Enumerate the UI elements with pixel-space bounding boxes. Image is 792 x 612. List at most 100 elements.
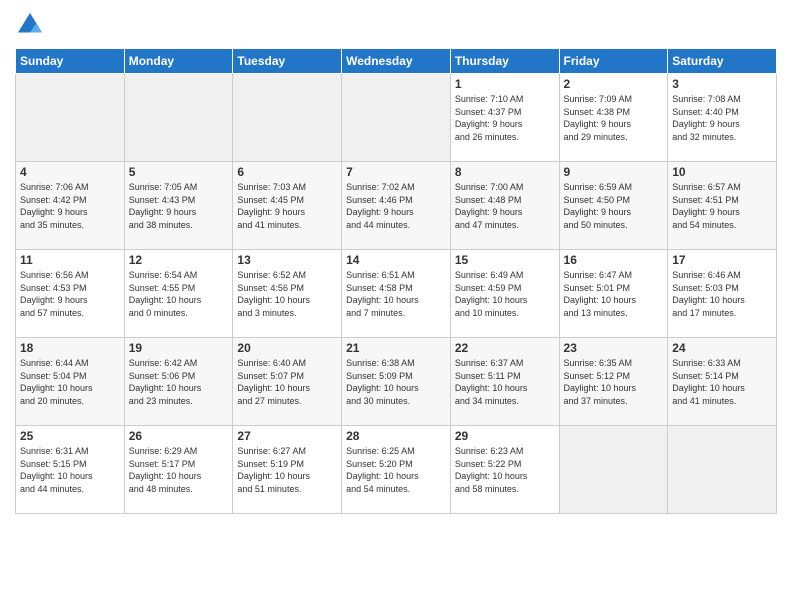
calendar-cell: 6 Sunrise: 7:03 AM Sunset: 4:45 PM Daylig… xyxy=(233,162,342,250)
calendar-cell: 15Sunrise: 6:49 AM Sunset: 4:59 PM Dayli… xyxy=(450,250,559,338)
day-number: 24 xyxy=(672,341,772,355)
calendar-cell xyxy=(668,426,777,514)
day-info: Sunrise: 6:25 AM Sunset: 5:20 PM Dayligh… xyxy=(346,445,446,495)
calendar-cell: 9 Sunrise: 6:59 AM Sunset: 4:50 PM Daylig… xyxy=(559,162,668,250)
weekday-header-friday: Friday xyxy=(559,49,668,74)
header xyxy=(15,10,777,40)
day-info: Sunrise: 6:57 AM Sunset: 4:51 PM Dayligh… xyxy=(672,181,772,231)
day-info: Sunrise: 6:29 AM Sunset: 5:17 PM Dayligh… xyxy=(129,445,229,495)
day-number: 6 xyxy=(237,165,337,179)
calendar-cell: 1 Sunrise: 7:10 AM Sunset: 4:37 PM Daylig… xyxy=(450,74,559,162)
calendar-cell: 4 Sunrise: 7:06 AM Sunset: 4:42 PM Daylig… xyxy=(16,162,125,250)
day-number: 8 xyxy=(455,165,555,179)
calendar-cell: 10 Sunrise: 6:57 AM Sunset: 4:51 PM Dayli… xyxy=(668,162,777,250)
day-info: Sunrise: 6:35 AM Sunset: 5:12 PM Dayligh… xyxy=(564,357,664,407)
calendar-cell xyxy=(559,426,668,514)
day-number: 25 xyxy=(20,429,120,443)
day-info: Sunrise: 7:02 AM Sunset: 4:46 PM Dayligh… xyxy=(346,181,446,231)
calendar-cell: 27Sunrise: 6:27 AM Sunset: 5:19 PM Dayli… xyxy=(233,426,342,514)
day-info: Sunrise: 7:06 AM Sunset: 4:42 PM Dayligh… xyxy=(20,181,120,231)
day-info: Sunrise: 7:08 AM Sunset: 4:40 PM Dayligh… xyxy=(672,93,772,143)
day-number: 4 xyxy=(20,165,120,179)
calendar-cell: 28 Sunrise: 6:25 AM Sunset: 5:20 PM Dayli… xyxy=(342,426,451,514)
day-info: Sunrise: 7:05 AM Sunset: 4:43 PM Dayligh… xyxy=(129,181,229,231)
day-info: Sunrise: 6:51 AM Sunset: 4:58 PM Dayligh… xyxy=(346,269,446,319)
calendar-cell: 16 Sunrise: 6:47 AM Sunset: 5:01 PM Dayli… xyxy=(559,250,668,338)
day-info: Sunrise: 6:49 AM Sunset: 4:59 PM Dayligh… xyxy=(455,269,555,319)
calendar-cell: 26 Sunrise: 6:29 AM Sunset: 5:17 PM Dayli… xyxy=(124,426,233,514)
calendar-cell xyxy=(342,74,451,162)
day-number: 16 xyxy=(564,253,664,267)
day-info: Sunrise: 7:09 AM Sunset: 4:38 PM Dayligh… xyxy=(564,93,664,143)
day-info: Sunrise: 6:46 AM Sunset: 5:03 PM Dayligh… xyxy=(672,269,772,319)
day-number: 19 xyxy=(129,341,229,355)
day-info: Sunrise: 6:40 AM Sunset: 5:07 PM Dayligh… xyxy=(237,357,337,407)
calendar-cell: 29 Sunrise: 6:23 AM Sunset: 5:22 PM Dayli… xyxy=(450,426,559,514)
week-row-2: 4 Sunrise: 7:06 AM Sunset: 4:42 PM Daylig… xyxy=(16,162,777,250)
day-number: 11 xyxy=(20,253,120,267)
calendar-cell xyxy=(233,74,342,162)
weekday-header-tuesday: Tuesday xyxy=(233,49,342,74)
calendar-cell: 22Sunrise: 6:37 AM Sunset: 5:11 PM Dayli… xyxy=(450,338,559,426)
weekday-header-wednesday: Wednesday xyxy=(342,49,451,74)
day-number: 10 xyxy=(672,165,772,179)
day-info: Sunrise: 6:47 AM Sunset: 5:01 PM Dayligh… xyxy=(564,269,664,319)
calendar-cell xyxy=(124,74,233,162)
calendar-cell: 5 Sunrise: 7:05 AM Sunset: 4:43 PM Daylig… xyxy=(124,162,233,250)
day-number: 29 xyxy=(455,429,555,443)
calendar-cell: 13Sunrise: 6:52 AM Sunset: 4:56 PM Dayli… xyxy=(233,250,342,338)
day-number: 21 xyxy=(346,341,446,355)
day-number: 14 xyxy=(346,253,446,267)
day-number: 20 xyxy=(237,341,337,355)
calendar-cell: 21 Sunrise: 6:38 AM Sunset: 5:09 PM Dayli… xyxy=(342,338,451,426)
day-number: 5 xyxy=(129,165,229,179)
day-info: Sunrise: 6:44 AM Sunset: 5:04 PM Dayligh… xyxy=(20,357,120,407)
logo-icon xyxy=(15,10,45,40)
calendar-cell: 11Sunrise: 6:56 AM Sunset: 4:53 PM Dayli… xyxy=(16,250,125,338)
weekday-row: SundayMondayTuesdayWednesdayThursdayFrid… xyxy=(16,49,777,74)
weekday-header-thursday: Thursday xyxy=(450,49,559,74)
week-row-5: 25 Sunrise: 6:31 AM Sunset: 5:15 PM Dayli… xyxy=(16,426,777,514)
calendar-cell: 2 Sunrise: 7:09 AM Sunset: 4:38 PM Daylig… xyxy=(559,74,668,162)
day-info: Sunrise: 6:31 AM Sunset: 5:15 PM Dayligh… xyxy=(20,445,120,495)
calendar-cell: 18Sunrise: 6:44 AM Sunset: 5:04 PM Dayli… xyxy=(16,338,125,426)
day-number: 1 xyxy=(455,77,555,91)
day-number: 2 xyxy=(564,77,664,91)
day-number: 23 xyxy=(564,341,664,355)
day-number: 26 xyxy=(129,429,229,443)
calendar-body: 1 Sunrise: 7:10 AM Sunset: 4:37 PM Daylig… xyxy=(16,74,777,514)
day-number: 22 xyxy=(455,341,555,355)
week-row-4: 18Sunrise: 6:44 AM Sunset: 5:04 PM Dayli… xyxy=(16,338,777,426)
day-info: Sunrise: 7:10 AM Sunset: 4:37 PM Dayligh… xyxy=(455,93,555,143)
day-number: 9 xyxy=(564,165,664,179)
day-info: Sunrise: 6:38 AM Sunset: 5:09 PM Dayligh… xyxy=(346,357,446,407)
calendar-cell: 14 Sunrise: 6:51 AM Sunset: 4:58 PM Dayli… xyxy=(342,250,451,338)
weekday-header-saturday: Saturday xyxy=(668,49,777,74)
day-info: Sunrise: 6:59 AM Sunset: 4:50 PM Dayligh… xyxy=(564,181,664,231)
calendar-header: SundayMondayTuesdayWednesdayThursdayFrid… xyxy=(16,49,777,74)
page: SundayMondayTuesdayWednesdayThursdayFrid… xyxy=(0,0,792,612)
day-info: Sunrise: 6:33 AM Sunset: 5:14 PM Dayligh… xyxy=(672,357,772,407)
week-row-1: 1 Sunrise: 7:10 AM Sunset: 4:37 PM Daylig… xyxy=(16,74,777,162)
calendar-cell: 3 Sunrise: 7:08 AM Sunset: 4:40 PM Daylig… xyxy=(668,74,777,162)
calendar-cell: 7Sunrise: 7:02 AM Sunset: 4:46 PM Daylig… xyxy=(342,162,451,250)
calendar-cell: 20 Sunrise: 6:40 AM Sunset: 5:07 PM Dayli… xyxy=(233,338,342,426)
calendar-cell: 19 Sunrise: 6:42 AM Sunset: 5:06 PM Dayli… xyxy=(124,338,233,426)
calendar-cell xyxy=(16,74,125,162)
logo xyxy=(15,10,49,40)
weekday-header-monday: Monday xyxy=(124,49,233,74)
day-info: Sunrise: 6:52 AM Sunset: 4:56 PM Dayligh… xyxy=(237,269,337,319)
weekday-header-sunday: Sunday xyxy=(16,49,125,74)
calendar-cell: 12Sunrise: 6:54 AM Sunset: 4:55 PM Dayli… xyxy=(124,250,233,338)
day-info: Sunrise: 6:27 AM Sunset: 5:19 PM Dayligh… xyxy=(237,445,337,495)
day-info: Sunrise: 6:23 AM Sunset: 5:22 PM Dayligh… xyxy=(455,445,555,495)
day-number: 3 xyxy=(672,77,772,91)
day-number: 28 xyxy=(346,429,446,443)
day-info: Sunrise: 6:42 AM Sunset: 5:06 PM Dayligh… xyxy=(129,357,229,407)
day-info: Sunrise: 6:54 AM Sunset: 4:55 PM Dayligh… xyxy=(129,269,229,319)
day-number: 17 xyxy=(672,253,772,267)
calendar-cell: 23 Sunrise: 6:35 AM Sunset: 5:12 PM Dayli… xyxy=(559,338,668,426)
day-info: Sunrise: 7:03 AM Sunset: 4:45 PM Dayligh… xyxy=(237,181,337,231)
week-row-3: 11Sunrise: 6:56 AM Sunset: 4:53 PM Dayli… xyxy=(16,250,777,338)
calendar-cell: 17 Sunrise: 6:46 AM Sunset: 5:03 PM Dayli… xyxy=(668,250,777,338)
